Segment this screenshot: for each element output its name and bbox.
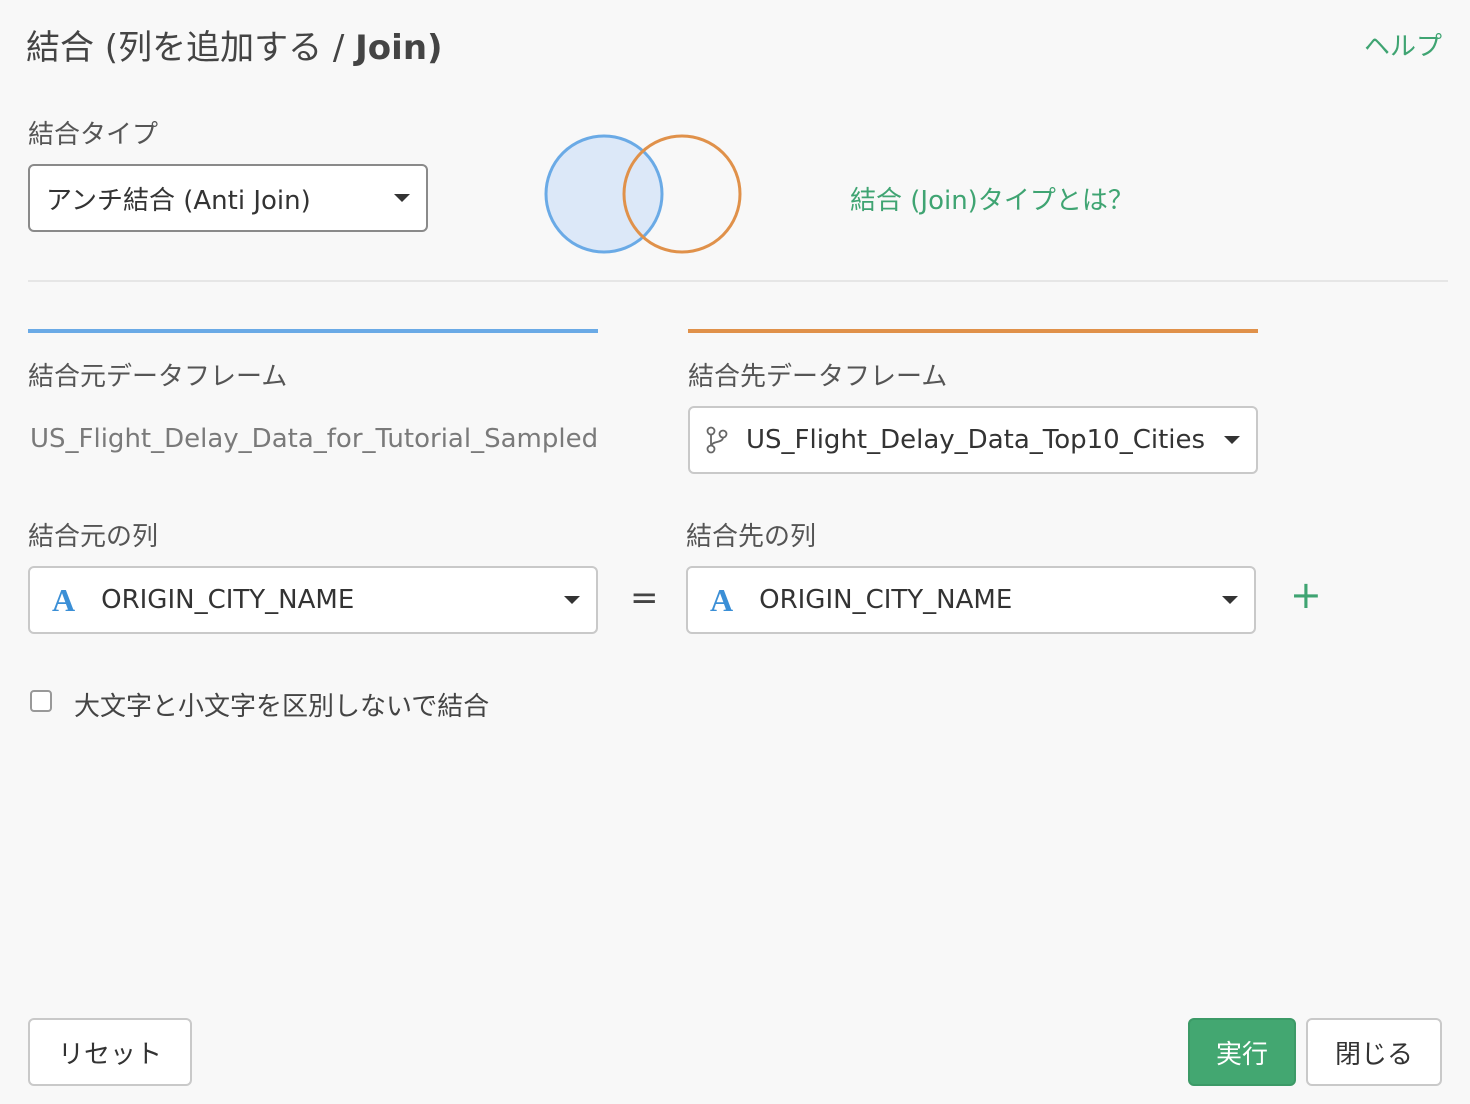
- chevron-down-icon: [394, 194, 410, 202]
- reset-button[interactable]: リセット: [28, 1018, 192, 1086]
- section-divider: [28, 280, 1448, 282]
- dialog-title: 結合 (列を追加する / Join): [26, 20, 443, 69]
- chevron-down-icon: [1222, 596, 1238, 604]
- branch-icon: [706, 426, 728, 454]
- target-dataframe-label: 結合先データフレーム: [688, 362, 948, 392]
- source-column-value: ORIGIN_CITY_NAME: [101, 585, 355, 615]
- join-type-help-link[interactable]: 結合 (Join)タイプとは？: [850, 180, 1134, 217]
- join-type-value: アンチ結合 (Anti Join): [46, 185, 311, 216]
- equals-sign: =: [630, 578, 659, 618]
- add-condition-button[interactable]: +: [1290, 576, 1322, 614]
- close-button[interactable]: 閉じる: [1306, 1018, 1442, 1086]
- dialog-title-prefix: 結合 (列を追加する /: [26, 28, 356, 68]
- target-column-label: 結合先の列: [686, 522, 817, 552]
- chevron-down-icon: [564, 596, 580, 604]
- join-type-label: 結合タイプ: [28, 120, 159, 150]
- target-dataframe-select[interactable]: US_Flight_Delay_Data_Top10_Cities: [688, 406, 1258, 474]
- target-accent-bar: [688, 329, 1258, 333]
- string-type-icon: A: [710, 581, 734, 618]
- venn-diagram-icon: [544, 134, 742, 254]
- case-insensitive-label[interactable]: 大文字と小文字を区別しないで結合: [74, 686, 489, 723]
- target-column-value: ORIGIN_CITY_NAME: [759, 585, 1013, 615]
- string-type-icon: A: [52, 581, 76, 618]
- target-column-select[interactable]: A ORIGIN_CITY_NAME: [686, 566, 1256, 634]
- source-column-select[interactable]: A ORIGIN_CITY_NAME: [28, 566, 598, 634]
- dialog-title-suffix: Join): [355, 28, 443, 68]
- join-type-select[interactable]: アンチ結合 (Anti Join): [28, 164, 428, 232]
- source-dataframe-label: 結合元データフレーム: [28, 362, 288, 392]
- case-insensitive-checkbox[interactable]: [30, 690, 52, 712]
- source-column-label: 結合元の列: [28, 522, 159, 552]
- help-link[interactable]: ヘルプ: [1364, 26, 1442, 63]
- chevron-down-icon: [1224, 436, 1240, 444]
- source-accent-bar: [28, 329, 598, 333]
- target-dataframe-value: US_Flight_Delay_Data_Top10_Cities: [746, 425, 1206, 455]
- venn-left-circle: [544, 134, 664, 254]
- source-dataframe-name: US_Flight_Delay_Data_for_Tutorial_Sample…: [30, 424, 599, 454]
- run-button[interactable]: 実行: [1188, 1018, 1296, 1086]
